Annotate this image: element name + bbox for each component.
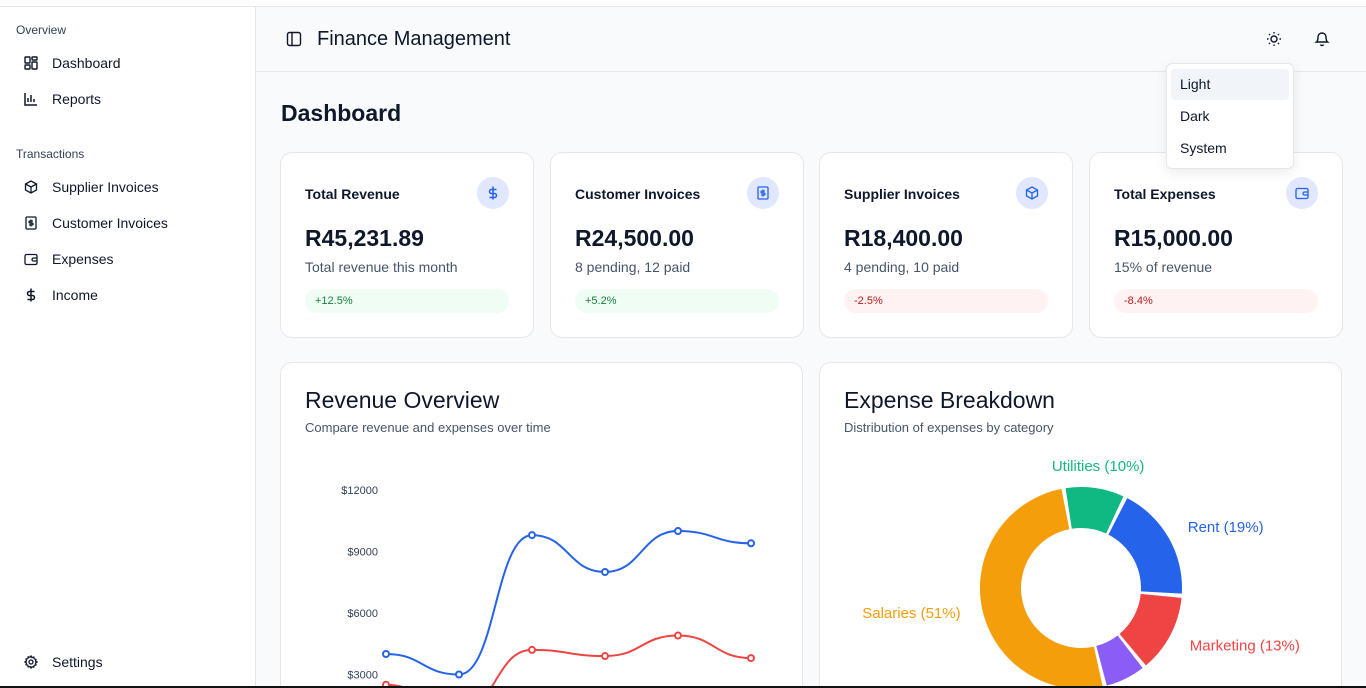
data-point	[528, 645, 536, 654]
series-line-1	[385, 634, 752, 686]
page-title: Dashboard	[281, 100, 402, 126]
data-point	[601, 652, 609, 661]
sidebar: Overview Dashboard Reports Transactions …	[0, 7, 256, 688]
change-badge: -8.4%	[1114, 289, 1318, 313]
data-point	[747, 539, 755, 548]
receipt-icon	[25, 216, 37, 230]
receipt-icon	[747, 177, 779, 209]
stat-card-customer-invoices: Customer Invoices R24,500.00 8 pending, …	[550, 152, 804, 338]
layout-dashboard-icon	[24, 56, 38, 70]
theme-toggle-button[interactable]	[1258, 23, 1290, 55]
sidebar-item-settings[interactable]: Settings	[16, 646, 240, 678]
sidebar-group-transactions-label: Transactions	[16, 147, 85, 161]
revenue-line-chart: $12000 $9000 $6000 $3000	[341, 485, 755, 686]
y-tick-label: $9000	[347, 547, 378, 559]
y-tick-label: $3000	[347, 670, 378, 682]
wallet-icon	[1286, 177, 1318, 209]
theme-option-system[interactable]: System	[1171, 133, 1289, 164]
y-tick-label: $6000	[347, 608, 378, 620]
stat-value: R18,400.00	[844, 225, 963, 251]
change-badge: +5.2%	[575, 289, 779, 313]
stat-card-total-expenses: Total Expenses R15,000.00 15% of revenue…	[1089, 152, 1343, 338]
sidebar-group-overview-label: Overview	[16, 23, 67, 37]
change-badge: -2.5%	[844, 289, 1048, 313]
data-point	[528, 531, 536, 540]
dollar-icon	[26, 288, 36, 302]
slice-label: Utilities (10%)	[1052, 458, 1145, 475]
stat-subtext: 4 pending, 10 paid	[844, 259, 960, 275]
wallet-icon	[24, 253, 38, 266]
sidebar-item-label: Income	[52, 287, 98, 303]
sidebar-item-label: Settings	[52, 654, 103, 670]
notifications-button[interactable]	[1306, 23, 1338, 55]
theme-dropdown-menu: Light Dark System	[1166, 63, 1294, 169]
sidebar-toggle-button[interactable]	[278, 23, 310, 55]
sun-icon	[1267, 32, 1281, 46]
chart-subtitle: Compare revenue and expenses over time	[305, 420, 551, 435]
sidebar-item-customer-invoices[interactable]: Customer Invoices	[16, 207, 240, 239]
stat-value: R45,231.89	[305, 225, 424, 251]
slice-label: Rent (19%)	[1188, 519, 1264, 536]
chart-title: Revenue Overview	[305, 387, 500, 413]
stat-title: Total Revenue	[305, 186, 400, 202]
data-point	[382, 650, 390, 658]
stat-value: R24,500.00	[575, 225, 694, 251]
chart-subtitle: Distribution of expenses by category	[844, 420, 1054, 435]
sidebar-item-dashboard[interactable]: Dashboard	[16, 47, 240, 79]
data-point	[674, 527, 682, 535]
sidebar-item-income[interactable]: Income	[16, 279, 240, 311]
data-point	[455, 670, 463, 679]
stat-card-supplier-invoices: Supplier Invoices R18,400.00 4 pending, …	[819, 152, 1073, 338]
panel-left-icon	[286, 31, 302, 47]
sidebar-item-label: Dashboard	[52, 55, 121, 71]
revenue-overview-card: Revenue Overview Compare revenue and exp…	[280, 362, 803, 686]
theme-option-light[interactable]: Light	[1171, 69, 1289, 100]
sidebar-item-label: Supplier Invoices	[52, 179, 159, 195]
stat-subtext: Total revenue this month	[305, 259, 458, 275]
stat-value: R15,000.00	[1114, 225, 1233, 251]
slice-label: Salaries (51%)	[862, 605, 960, 622]
dollar-icon	[477, 177, 509, 209]
expense-breakdown-card: Expense Breakdown Distribution of expens…	[819, 362, 1342, 686]
window-top-border	[0, 0, 1366, 7]
sidebar-item-label: Customer Invoices	[52, 215, 168, 231]
data-point	[601, 568, 609, 576]
stat-subtext: 8 pending, 12 paid	[575, 259, 691, 275]
sidebar-item-supplier-invoices[interactable]: Supplier Invoices	[16, 171, 240, 203]
stat-subtext: 15% of revenue	[1114, 259, 1213, 275]
sidebar-item-label: Expenses	[52, 251, 114, 267]
sidebar-item-label: Reports	[52, 91, 102, 107]
bar-chart-icon	[24, 93, 37, 106]
donut-slice-1	[1108, 498, 1182, 594]
package-icon	[24, 180, 38, 194]
gear-icon	[24, 655, 38, 669]
theme-option-dark[interactable]: Dark	[1171, 101, 1289, 132]
y-tick-label: $12000	[341, 485, 378, 497]
data-point	[674, 631, 682, 640]
stat-title: Supplier Invoices	[844, 186, 960, 202]
sidebar-item-reports[interactable]: Reports	[16, 83, 240, 115]
package-icon	[1016, 177, 1048, 209]
slice-label: Marketing (13%)	[1190, 637, 1300, 654]
change-badge: +12.5%	[305, 289, 509, 313]
data-point	[747, 654, 755, 663]
stat-title: Customer Invoices	[575, 186, 701, 202]
stat-card-total-revenue: Total Revenue R45,231.89 Total revenue t…	[280, 152, 534, 338]
expense-donut-chart: Utilities (10%) Rent (19%) Marketing (13%)…	[862, 458, 1300, 686]
bell-icon	[1314, 32, 1330, 47]
chart-title: Expense Breakdown	[844, 387, 1055, 413]
stat-title: Total Expenses	[1114, 186, 1216, 202]
app-title: Finance Management	[317, 28, 511, 50]
sidebar-item-expenses[interactable]: Expenses	[16, 243, 240, 275]
